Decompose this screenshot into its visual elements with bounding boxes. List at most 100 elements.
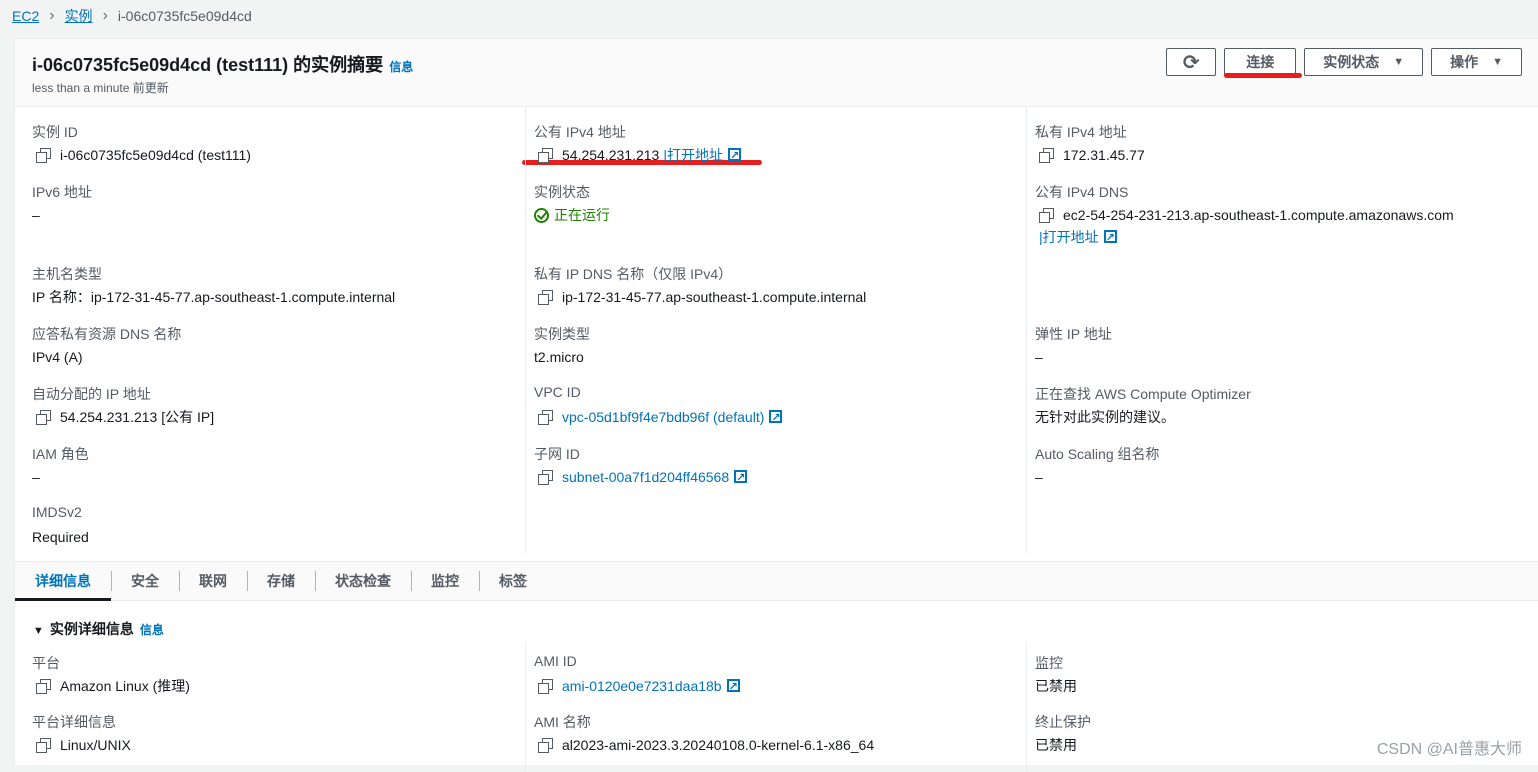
copy-icon[interactable] [538, 738, 553, 753]
external-link-icon[interactable] [769, 407, 783, 429]
field-label: AMI ID [534, 653, 577, 669]
field-自动分配的-IP-地址: 自动分配的 IP 地址 54.254.231.213 [公有 IP] [32, 384, 512, 428]
external-link-icon[interactable] [1103, 227, 1117, 249]
external-link-icon[interactable] [734, 467, 748, 489]
tab-5[interactable]: 监控 [411, 561, 479, 601]
value-text: al2023-ami-2023.3.20240108.0-kernel-6.1-… [562, 737, 875, 753]
field-主机名类型: 主机名类型 IP 名称：ip-172-31-45-77.ap-southeast-… [32, 264, 512, 308]
value-text: – [32, 469, 40, 485]
copy-icon[interactable] [1039, 208, 1054, 223]
field-value: – [32, 204, 512, 226]
tab-bar: 详细信息 安全 联网 存储 状态检查 监控 标签 [15, 561, 1538, 601]
instance-state-button[interactable]: 实例状态 ▼ [1304, 48, 1424, 76]
field-value: 54.254.231.213 |打开地址 [534, 144, 1014, 167]
copy-icon[interactable] [538, 290, 553, 305]
field-AMI-ID: AMI ID ami-0120e0e7231daa18b [534, 653, 1014, 698]
field-value: – [1035, 346, 1515, 368]
tab-3[interactable]: 存储 [247, 561, 315, 601]
value-text: – [1035, 349, 1043, 365]
copy-icon[interactable] [1039, 148, 1054, 163]
field-value: 172.31.45.77 [1035, 144, 1515, 166]
copy-icon[interactable] [538, 148, 553, 163]
field-IPv6-地址: IPv6 地址 – [32, 182, 512, 226]
field-value: IP 名称：ip-172-31-45-77.ap-southeast-1.com… [32, 286, 512, 308]
value-text: 已禁用 [1035, 678, 1077, 694]
refresh-button[interactable]: ⟳ [1166, 48, 1217, 76]
title-text: i-06c0735fc5e09d4cd (test111) 的实例摘要 [32, 55, 384, 75]
caret-down-icon: ▼ [1393, 56, 1405, 68]
field-value: al2023-ami-2023.3.20240108.0-kernel-6.1-… [534, 734, 1014, 756]
watermark: CSDN @AI普惠大师 [1376, 735, 1522, 759]
value-link[interactable]: subnet-00a7f1d204ff46568 [562, 466, 729, 488]
copy-icon[interactable] [36, 738, 51, 753]
open-address-link[interactable]: |打开地址 [663, 144, 723, 166]
info-link[interactable]: 信息 [140, 623, 164, 637]
info-link[interactable]: 信息 [389, 60, 413, 74]
status-running-icon [534, 208, 549, 223]
connect-button[interactable]: 连接 [1224, 48, 1297, 76]
field-value: 正在运行 [534, 204, 1014, 226]
field-value: Linux/UNIX [32, 734, 512, 756]
copy-icon[interactable] [538, 410, 553, 425]
copy-icon[interactable] [36, 679, 51, 694]
value-link[interactable]: vpc-05d1bf9f4e7bdb96f (default) [562, 406, 764, 428]
value-text: i-06c0735fc5e09d4cd (test111) [60, 147, 251, 163]
instance-summary-panel: i-06c0735fc5e09d4cd (test111) 的实例摘要 信息 le… [14, 38, 1538, 772]
field-label: 正在查找 AWS Compute Optimizer [1035, 386, 1251, 402]
breadcrumb-instances[interactable]: 实例 [65, 6, 93, 26]
field-label: IAM 角色 [32, 446, 89, 462]
chevron-right-icon: › [102, 7, 108, 24]
field-value: i-06c0735fc5e09d4cd (test111) [32, 144, 512, 166]
value-text: t2.micro [534, 349, 584, 365]
page-title: i-06c0735fc5e09d4cd (test111) 的实例摘要 信息 [32, 51, 413, 77]
field-label: 平台 [32, 655, 60, 671]
tab-4[interactable]: 状态检查 [315, 561, 411, 601]
actions-button[interactable]: 操作 ▼ [1431, 48, 1522, 76]
field-私有-IP-DNS-名称（仅限-IPv4）: 私有 IP DNS 名称（仅限 IPv4） ip-172-31-45-77.ap-… [534, 264, 1014, 308]
field-公有-IPv4-DNS: 公有 IPv4 DNS ec2-54-254-231-213.ap-southea… [1035, 182, 1515, 249]
copy-icon[interactable] [538, 470, 553, 485]
value-text: ip-172-31-45-77.ap-southeast-1.compute.i… [562, 289, 867, 305]
copy-icon[interactable] [538, 679, 553, 694]
column-divider [1026, 642, 1027, 772]
field-label: 自动分配的 IP 地址 [32, 386, 151, 402]
last-updated: less than a minute 前更新 [32, 81, 169, 95]
field-应答私有资源-DNS-名称: 应答私有资源 DNS 名称 IPv4 (A) [32, 324, 512, 368]
copy-icon[interactable] [36, 148, 51, 163]
field-label: IMDSv2 [32, 504, 82, 520]
field-value: 54.254.231.213 [公有 IP] [32, 406, 512, 428]
field-value: ami-0120e0e7231daa18b [534, 675, 1014, 698]
field-实例状态: 实例状态 正在运行 [534, 182, 1014, 226]
field-value: 无针对此实例的建议。 [1035, 406, 1515, 428]
actions-label: 操作 [1450, 54, 1479, 70]
external-link-icon[interactable] [727, 145, 741, 167]
copy-icon[interactable] [36, 410, 51, 425]
field-label: Auto Scaling 组名称 [1035, 446, 1160, 462]
field-VPC-ID: VPC ID vpc-05d1bf9f4e7bdb96f (default) [534, 384, 1014, 429]
tab-6[interactable]: 标签 [479, 561, 547, 601]
field-value: ip-172-31-45-77.ap-southeast-1.compute.i… [534, 286, 1014, 308]
field-IAM-角色: IAM 角色 – [32, 444, 512, 488]
tab-1[interactable]: 安全 [111, 561, 179, 601]
field-label: 公有 IPv4 DNS [1035, 184, 1129, 200]
field-监控: 监控 已禁用 [1035, 653, 1515, 697]
field-value: – [1035, 466, 1515, 488]
open-address-link[interactable]: |打开地址 [1039, 226, 1099, 248]
value-link[interactable]: ami-0120e0e7231daa18b [562, 675, 722, 697]
chevron-right-icon: › [49, 7, 55, 24]
field-value: Required [32, 526, 512, 548]
value-text: 54.254.231.213 [公有 IP] [60, 409, 215, 425]
tab-2[interactable]: 联网 [179, 561, 247, 601]
external-link-icon[interactable] [726, 676, 740, 698]
breadcrumb-ec2[interactable]: EC2 [12, 8, 39, 24]
value-text: IPv4 (A) [32, 349, 83, 365]
value-text: ec2-54-254-231-213.ap-southeast-1.comput… [1063, 207, 1454, 223]
collapse-caret-icon: ▼ [33, 625, 44, 637]
instance-details-header[interactable]: ▼ 实例详细信息 信息 [33, 619, 164, 639]
section-title: 实例详细信息 [49, 621, 134, 637]
field-value: Amazon Linux (推理) [32, 675, 512, 697]
value-text: 172.31.45.77 [1063, 147, 1145, 163]
column-divider [525, 108, 526, 553]
field-label: 主机名类型 [32, 266, 102, 282]
tab-0[interactable]: 详细信息 [15, 561, 111, 601]
